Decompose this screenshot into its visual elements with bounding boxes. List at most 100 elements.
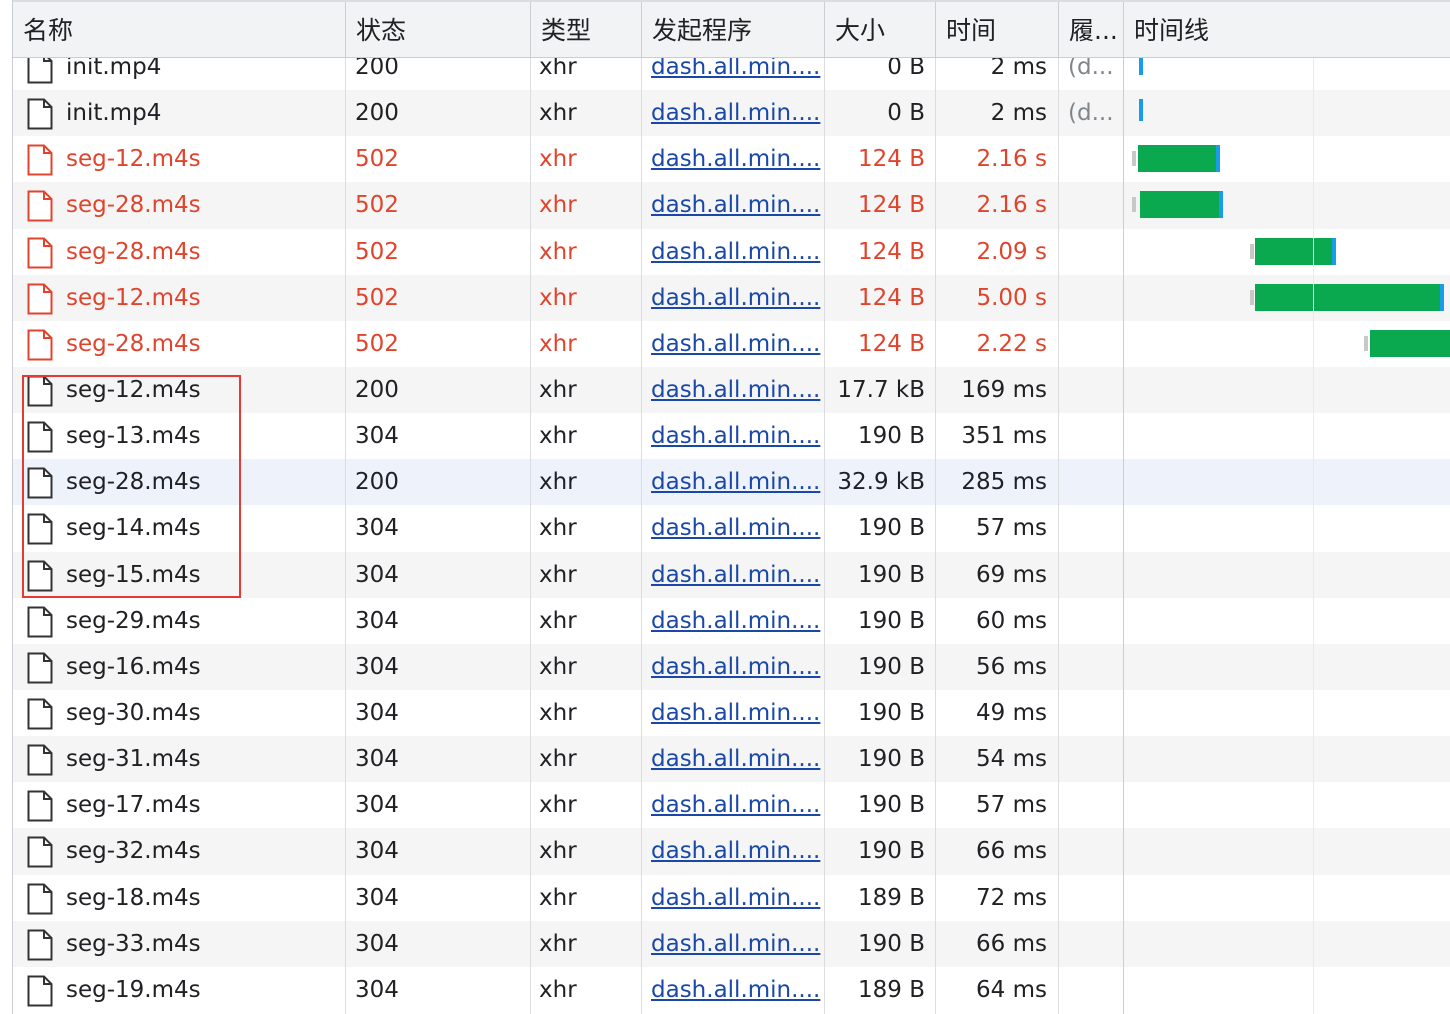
table-row[interactable]: seg-19.m4s 304 xhr dash.all.min.... 189 B 64 … — [13, 967, 1450, 1013]
request-name[interactable]: seg-28.m4s — [13, 182, 345, 228]
request-type: xhr — [539, 330, 577, 357]
request-size: 190 B — [858, 746, 925, 773]
table-row[interactable]: seg-28.m4s 502 xhr dash.all.min.... 124 B 2.0… — [13, 229, 1450, 275]
timeline-queue-mark — [1250, 289, 1254, 305]
request-name[interactable]: seg-18.m4s — [13, 875, 345, 921]
request-status: 502 — [355, 238, 399, 265]
request-initiator-link[interactable]: dash.all.min.... — [651, 644, 823, 690]
table-row[interactable]: seg-28.m4s 502 xhr dash.all.min.... 124 B 2.1… — [13, 182, 1450, 229]
table-row[interactable]: seg-18.m4s 304 xhr dash.all.min.... 189 B 72 … — [13, 875, 1450, 921]
request-initiator-link[interactable]: dash.all.min.... — [651, 505, 823, 551]
request-waterfall-text: (d... — [1068, 100, 1114, 127]
request-initiator-link[interactable]: dash.all.min.... — [651, 229, 823, 275]
request-initiator-link[interactable]: dash.all.min.... — [651, 690, 823, 736]
request-name[interactable]: seg-16.m4s — [13, 644, 345, 690]
table-row[interactable]: seg-30.m4s 304 xhr dash.all.min.... 190 B 49 … — [13, 690, 1450, 736]
request-initiator-link[interactable]: dash.all.min.... — [651, 136, 823, 182]
request-initiator-link[interactable]: dash.all.min.... — [651, 321, 823, 367]
column-header-type[interactable]: 类型 — [531, 2, 641, 58]
request-waterfall-text — [1068, 598, 1128, 644]
request-initiator-link[interactable]: dash.all.min.... — [651, 598, 823, 644]
table-row[interactable]: seg-29.m4s 304 xhr dash.all.min.... 190 B 60 … — [13, 598, 1450, 644]
table-row[interactable]: seg-12.m4s 502 xhr dash.all.min.... 124 B 2.1… — [13, 136, 1450, 182]
request-initiator-link[interactable]: dash.all.min.... — [651, 828, 823, 874]
table-row[interactable]: seg-33.m4s 304 xhr dash.all.min.... 190 B 66 … — [13, 920, 1450, 967]
table-row[interactable]: init.mp4 200 xhr dash.all.min.... 0 B 2 ms (d.… — [13, 90, 1450, 137]
timeline-bar[interactable] — [1370, 329, 1450, 357]
table-row[interactable]: seg-32.m4s 304 xhr dash.all.min.... 190 B 66 … — [13, 828, 1450, 875]
request-waterfall-text — [1068, 967, 1128, 1013]
request-waterfall-text — [1068, 182, 1128, 228]
table-row[interactable]: seg-17.m4s 304 xhr dash.all.min.... 190 B 57 … — [13, 782, 1450, 828]
request-name[interactable]: init.mp4 — [13, 90, 345, 136]
request-initiator-link[interactable]: dash.all.min.... — [651, 182, 823, 228]
request-name[interactable]: seg-29.m4s — [13, 598, 345, 644]
request-name[interactable]: seg-32.m4s — [13, 828, 345, 874]
request-name[interactable]: seg-12.m4s — [13, 275, 345, 321]
column-header-waterfall[interactable]: 履... — [1059, 2, 1123, 58]
request-size: 190 B — [858, 792, 925, 819]
request-type: xhr — [539, 607, 577, 634]
request-name[interactable]: seg-28.m4s — [13, 229, 345, 275]
request-initiator-link[interactable]: dash.all.min.... — [651, 275, 823, 321]
timeline-bar-download — [1219, 191, 1223, 219]
request-name[interactable]: seg-19.m4s — [13, 967, 345, 1013]
request-size: 124 B — [858, 284, 925, 311]
request-type: xhr — [539, 100, 577, 127]
request-initiator-link[interactable]: dash.all.min.... — [651, 967, 823, 1013]
timeline-bar[interactable] — [1255, 237, 1336, 265]
request-status: 502 — [355, 192, 399, 219]
request-time: 54 ms — [976, 746, 1047, 773]
request-type: xhr — [539, 469, 577, 496]
request-name[interactable]: seg-12.m4s — [13, 136, 345, 182]
request-waterfall-text — [1068, 690, 1128, 736]
request-initiator-link[interactable]: dash.all.min.... — [651, 921, 823, 967]
request-time: 2.16 s — [976, 146, 1047, 173]
request-name[interactable]: seg-30.m4s — [13, 690, 345, 736]
column-header-status[interactable]: 状态 — [346, 2, 530, 58]
request-type: xhr — [539, 884, 577, 911]
request-initiator-link[interactable]: dash.all.min.... — [651, 459, 823, 505]
column-divider-line — [530, 44, 531, 1014]
request-status: 304 — [355, 653, 399, 680]
request-waterfall-text — [1068, 921, 1128, 967]
request-time: 5.00 s — [976, 284, 1047, 311]
request-name[interactable]: seg-31.m4s — [13, 736, 345, 782]
request-status: 304 — [355, 699, 399, 726]
column-header-size[interactable]: 大小 — [825, 2, 935, 58]
column-header-time[interactable]: 时间 — [936, 2, 1058, 58]
request-initiator-link[interactable]: dash.all.min.... — [651, 90, 823, 136]
request-waterfall-text — [1068, 413, 1128, 459]
request-type: xhr — [539, 976, 577, 1003]
request-name[interactable]: seg-28.m4s — [13, 321, 345, 367]
request-type: xhr — [539, 792, 577, 819]
request-initiator-link[interactable]: dash.all.min.... — [651, 875, 823, 921]
request-initiator-link[interactable]: dash.all.min.... — [651, 736, 823, 782]
request-time: 66 ms — [976, 930, 1047, 957]
request-initiator-link[interactable]: dash.all.min.... — [651, 782, 823, 828]
request-name[interactable]: seg-17.m4s — [13, 782, 345, 828]
column-header-initiator[interactable]: 发起程序 — [642, 2, 824, 58]
request-waterfall-text — [1068, 321, 1128, 367]
request-initiator-link[interactable]: dash.all.min.... — [651, 413, 823, 459]
timeline-bar-download — [1216, 145, 1220, 173]
request-status: 304 — [355, 607, 399, 634]
column-header-timeline[interactable]: 时间线 — [1124, 2, 1450, 58]
table-row[interactable]: seg-28.m4s 502 xhr dash.all.min.... 124 B 2.2… — [13, 321, 1450, 367]
table-row[interactable]: seg-16.m4s 304 xhr dash.all.min.... 190 B 56 … — [13, 643, 1450, 690]
timeline-queue-mark — [1364, 335, 1368, 351]
timeline-bar[interactable] — [1138, 145, 1220, 173]
request-size: 0 B — [887, 100, 925, 127]
request-initiator-link[interactable]: dash.all.min.... — [651, 367, 823, 413]
column-divider-line — [345, 44, 346, 1014]
request-name[interactable]: seg-33.m4s — [13, 921, 345, 967]
request-status: 304 — [355, 746, 399, 773]
request-size: 189 B — [858, 884, 925, 911]
column-header-name[interactable]: 名称 — [13, 2, 345, 58]
timeline-bar[interactable] — [1140, 191, 1223, 219]
request-initiator-link[interactable]: dash.all.min.... — [651, 552, 823, 598]
table-row[interactable]: seg-31.m4s 304 xhr dash.all.min.... 190 B 54 … — [13, 736, 1450, 783]
request-type: xhr — [539, 284, 577, 311]
timeline-bar[interactable] — [1255, 283, 1444, 311]
table-row[interactable]: seg-12.m4s 502 xhr dash.all.min.... 124 B 5.0… — [13, 274, 1450, 321]
